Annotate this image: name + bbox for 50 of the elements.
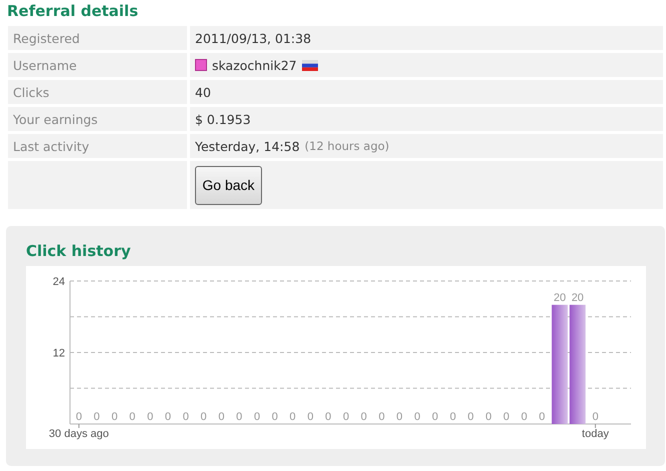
earnings-value: $ 0.1953 bbox=[195, 112, 251, 126]
data-label: 0 bbox=[307, 411, 314, 423]
data-label: 20 bbox=[554, 292, 566, 304]
data-label: 0 bbox=[468, 411, 474, 423]
section-title: Referral details bbox=[7, 2, 140, 20]
table-cell: Your earnings bbox=[8, 107, 187, 131]
data-label: 0 bbox=[432, 411, 438, 423]
table-cell: 40 bbox=[195, 84, 211, 100]
data-label: 0 bbox=[538, 411, 546, 423]
table-cell: Yesterday, 14:58 bbox=[195, 138, 300, 154]
go-back-button[interactable]: Go back bbox=[195, 166, 262, 204]
data-label: 0 bbox=[200, 411, 207, 423]
data-label: 0 bbox=[592, 411, 598, 423]
y-tick-label: 12 bbox=[52, 348, 65, 360]
data-label: 0 bbox=[414, 411, 420, 423]
flag-icon bbox=[302, 60, 318, 70]
data-label: 0 bbox=[94, 411, 100, 423]
data-label: 0 bbox=[485, 411, 492, 423]
table-cell: Last activity bbox=[8, 134, 187, 158]
data-label: 0 bbox=[76, 411, 82, 423]
data-label: 0 bbox=[290, 411, 296, 423]
data-label: 0 bbox=[396, 411, 403, 423]
table-cell: Clicks bbox=[8, 80, 187, 104]
data-label: 0 bbox=[342, 411, 350, 423]
data-label: 0 bbox=[147, 411, 154, 423]
data-label: 0 bbox=[325, 411, 332, 423]
data-label: 0 bbox=[236, 411, 242, 423]
data-label: 0 bbox=[503, 411, 510, 423]
data-label: 0 bbox=[521, 411, 528, 423]
data-label: 0 bbox=[129, 411, 136, 423]
table-cell: Username bbox=[8, 53, 187, 77]
data-label: 0 bbox=[272, 411, 278, 423]
data-label: 0 bbox=[450, 411, 456, 423]
x-tick-label: 30 days ago bbox=[48, 428, 109, 440]
square-icon bbox=[195, 59, 207, 71]
data-label: 0 bbox=[164, 411, 172, 423]
panel-title: Click history bbox=[26, 242, 132, 260]
data-label: 20 bbox=[571, 292, 584, 304]
data-label: 0 bbox=[218, 411, 224, 423]
data-label: 0 bbox=[111, 411, 118, 423]
username: skazochnik27 bbox=[212, 58, 297, 72]
data-label: 0 bbox=[360, 411, 367, 423]
relative-time: (12 hours ago) bbox=[304, 139, 390, 153]
data-label: 0 bbox=[182, 411, 189, 423]
table-cell: 2011/09/13, 01:38 bbox=[195, 30, 312, 46]
x-tick-label: today bbox=[582, 428, 609, 440]
data-label: 0 bbox=[254, 411, 260, 423]
y-tick-label: 24 bbox=[52, 276, 65, 288]
data-label: 0 bbox=[378, 411, 385, 423]
table-cell: Registered bbox=[8, 26, 187, 50]
